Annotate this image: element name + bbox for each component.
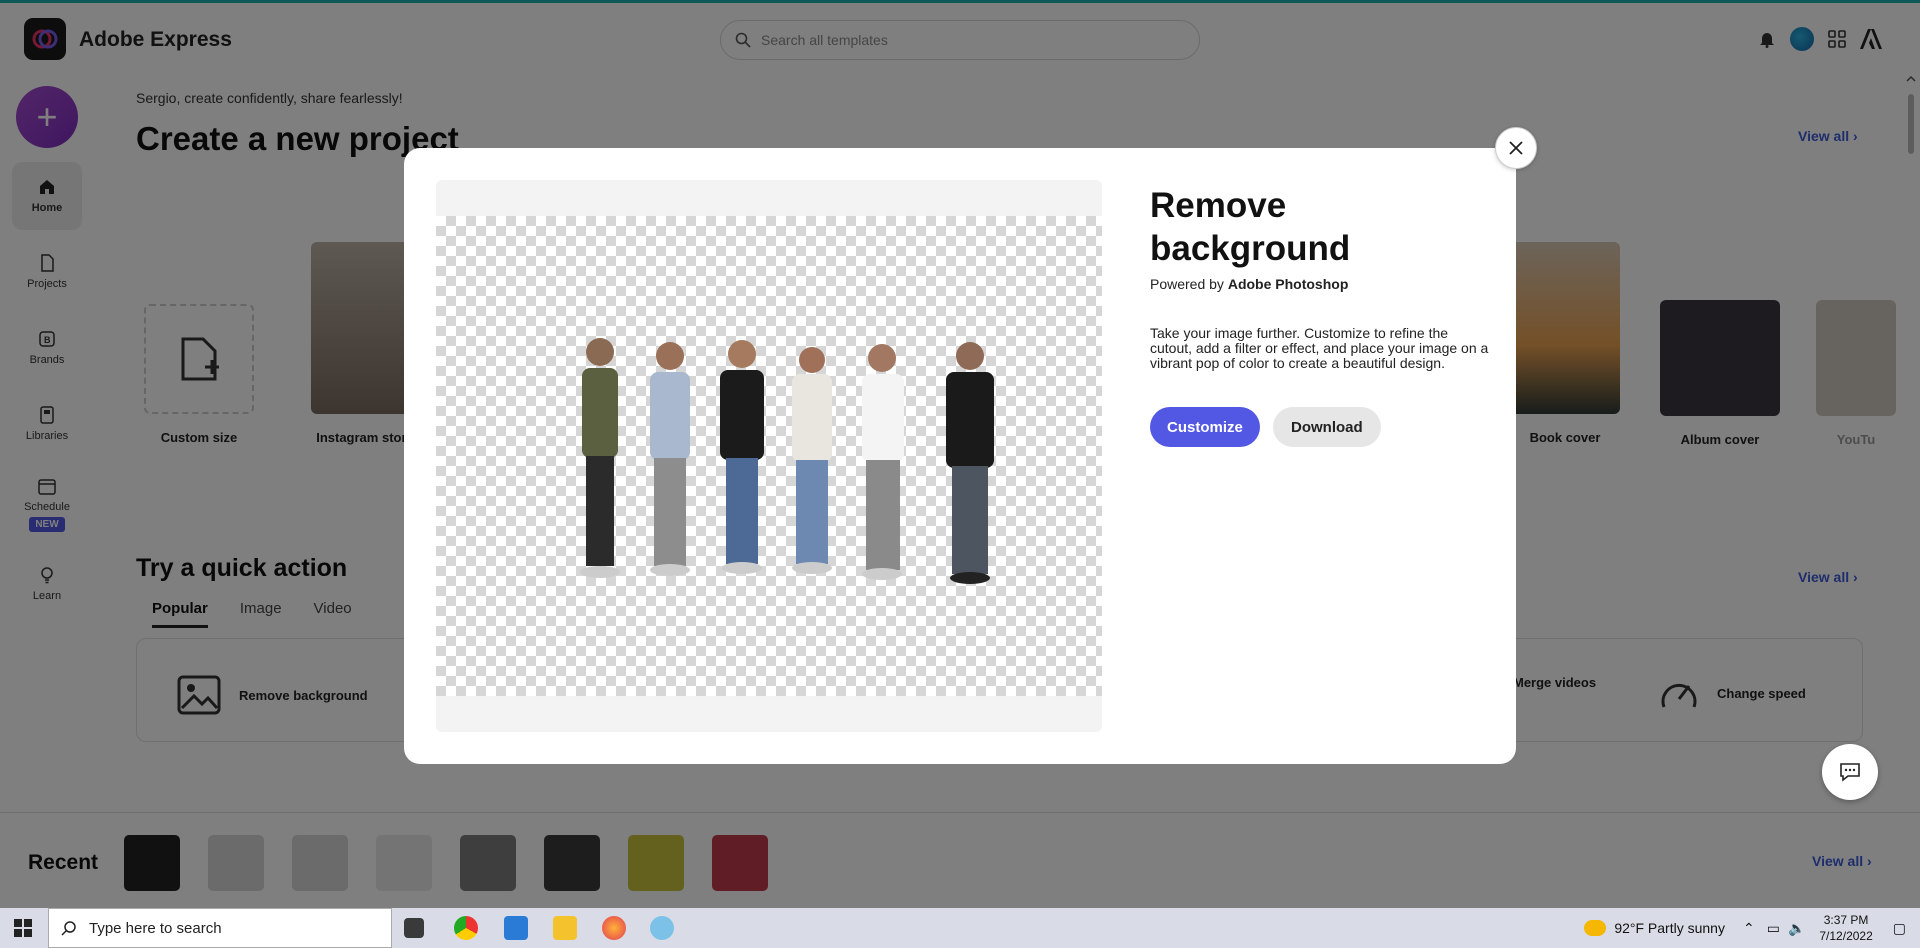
volume-icon[interactable]: 🔈	[1788, 920, 1805, 937]
clock-date: 7/12/2022	[1819, 929, 1873, 943]
firefox-icon[interactable]	[602, 916, 626, 940]
chat-icon	[1840, 763, 1860, 782]
paint-icon[interactable]	[650, 916, 674, 940]
preview-frame	[436, 180, 1102, 732]
modal-description: Take your image further. Customize to re…	[1150, 325, 1489, 371]
powered-by: Powered by Adobe Photoshop	[1150, 276, 1348, 292]
modal-title: Remove background	[1150, 186, 1351, 268]
clock[interactable]: 3:37 PM 7/12/2022	[1819, 912, 1872, 944]
system-tray: 92°F Partly sunny ⌃ ▭ 🔈 3:37 PM 7/12/202…	[1584, 908, 1920, 948]
close-icon	[1509, 141, 1523, 155]
weather-text[interactable]: 92°F Partly sunny	[1614, 920, 1725, 936]
clock-time: 3:37 PM	[1823, 913, 1869, 927]
windows-start-icon[interactable]	[14, 919, 32, 937]
app-window: Adobe Express Search all templates + Hom…	[0, 0, 1920, 908]
network-icon[interactable]: ▭	[1767, 920, 1780, 937]
chevron-up-icon[interactable]: ⌃	[1743, 920, 1755, 937]
task-view-icon[interactable]	[404, 918, 424, 938]
remove-background-modal: Remove background Powered by Adobe Photo…	[404, 148, 1516, 764]
notifications-icon[interactable]: ▢	[1893, 920, 1906, 937]
file-explorer-icon[interactable]	[553, 916, 577, 940]
powered-brand: Adobe Photoshop	[1227, 276, 1349, 292]
taskbar-search-input[interactable]: Type here to search	[48, 908, 392, 948]
download-button[interactable]: Download	[1273, 407, 1381, 447]
taskbar-search-placeholder: Type here to search	[89, 919, 222, 937]
weather-icon	[1584, 920, 1607, 936]
chrome-icon[interactable]	[454, 916, 478, 940]
search-icon	[61, 921, 76, 936]
transparency-preview	[436, 216, 1102, 696]
windows-taskbar: Type here to search 92°F Partly sunny ⌃ …	[0, 908, 1920, 948]
customize-button[interactable]: Customize	[1150, 407, 1260, 447]
close-modal-button[interactable]	[1495, 127, 1537, 169]
cutout-people-image	[580, 338, 994, 584]
chat-button[interactable]	[1822, 744, 1878, 800]
app-icon[interactable]	[504, 916, 528, 940]
powered-prefix: Powered by	[1150, 276, 1224, 292]
